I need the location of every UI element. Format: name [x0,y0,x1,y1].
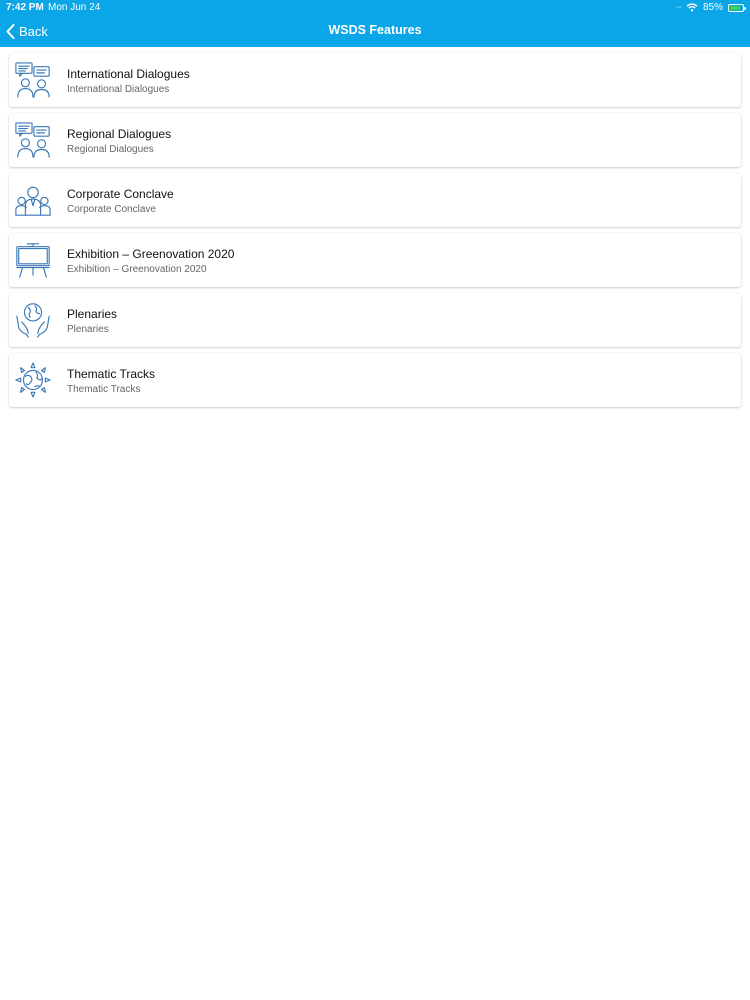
status-date: Mon Jun 24 [48,2,101,13]
feature-list-item[interactable]: Corporate Conclave Corporate Conclave [9,173,741,227]
people-group-icon [14,181,52,219]
globe-hands-icon [14,301,52,339]
feature-subtitle: Regional Dialogues [67,144,154,155]
battery-fill [730,5,741,10]
signal-icon: ···· [675,4,682,11]
globe-sun-icon [14,361,52,399]
feature-title: International Dialogues [67,67,190,81]
dialogue-icon [14,61,52,99]
wifi-icon [686,3,698,12]
feature-subtitle: Plenaries [67,324,109,335]
page-title: WSDS Features [328,23,422,37]
feature-title: Thematic Tracks [67,367,156,381]
feature-subtitle: Exhibition – Greenovation 2020 [67,264,207,275]
feature-title: Regional Dialogues [67,127,172,141]
status-bar: 7:42 PM Mon Jun 24 ···· 85% [0,0,750,15]
feature-title: Exhibition – Greenovation 2020 [67,247,235,261]
back-button[interactable]: Back [6,21,48,41]
feature-list-item[interactable]: Regional Dialogues Regional Dialogues [9,113,741,167]
feature-title: Corporate Conclave [67,187,174,201]
easel-board-icon [14,241,52,279]
feature-subtitle: Corporate Conclave [67,204,156,215]
battery-percent: 85% [702,2,723,13]
status-right: ···· 85% [675,0,746,15]
feature-list-item[interactable]: Thematic Tracks Thematic Tracks [9,353,741,407]
chevron-left-icon [6,23,15,39]
battery-icon [728,3,746,12]
feature-list-item[interactable]: Exhibition – Greenovation 2020 Exhibition… [9,233,741,287]
dialogue-icon [14,121,52,159]
back-label: Back [19,23,48,39]
nav-bar: Back WSDS Features [0,15,750,47]
features-list: International Dialogues International Dia… [9,53,741,413]
top-bar: 7:42 PM Mon Jun 24 ···· 85% Back WSDS Fe… [0,0,750,47]
feature-list-item[interactable]: Plenaries Plenaries [9,293,741,347]
feature-subtitle: International Dialogues [67,84,170,95]
status-time: 7:42 PM [6,2,44,13]
feature-list-item[interactable]: International Dialogues International Dia… [9,53,741,107]
feature-title: Plenaries [67,307,118,321]
feature-subtitle: Thematic Tracks [67,384,141,395]
